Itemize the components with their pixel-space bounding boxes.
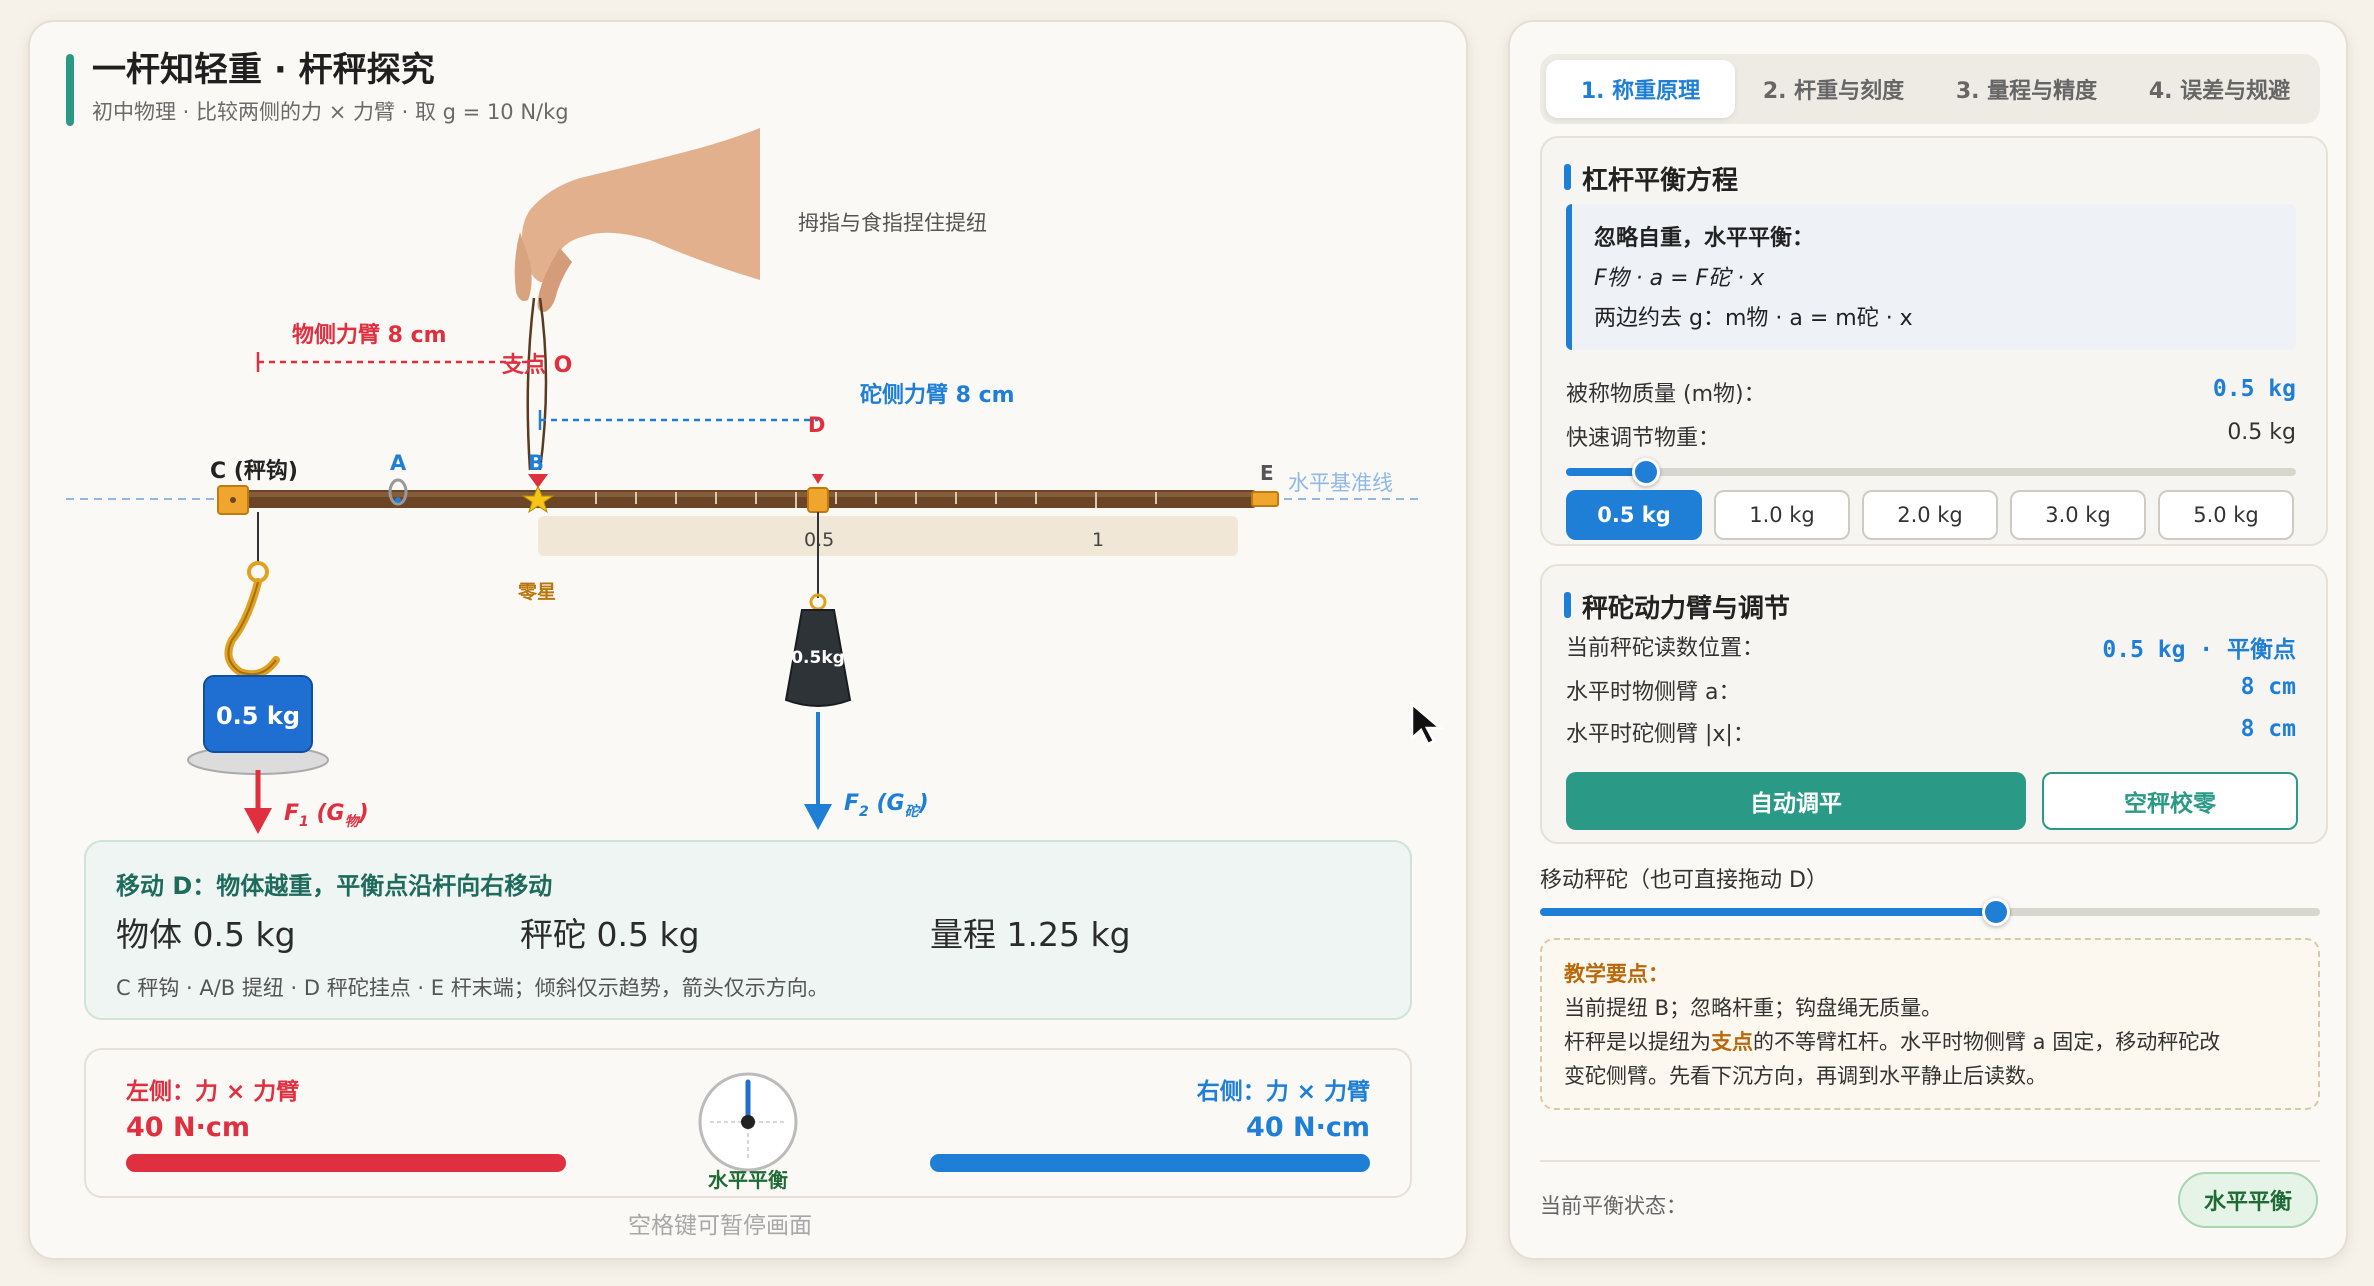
control-panel: 1. 称重原理 2. 杆重与刻度 3. 量程与精度 4. 误差与规避 杠杆平衡方… xyxy=(1508,20,2348,1260)
hand-illustration xyxy=(514,128,760,312)
moment-comparison: 左侧：力 × 力臂 40 N·cm 右侧：力 × 力臂 40 N·cm 水平平衡 xyxy=(84,1048,1412,1198)
quick-adjust-row: 快速调节物重： 0.5 kg xyxy=(1566,420,2296,452)
lift-string xyxy=(526,297,548,471)
point-e-end-block xyxy=(1251,491,1279,507)
move-slider-label: 移动秤砣（也可直接拖动 D） xyxy=(1540,868,1828,893)
tab-beam-weight[interactable]: 2. 杆重与刻度 xyxy=(1739,60,1928,118)
quick-adjust-label: 快速调节物重： xyxy=(1566,426,1721,451)
chip-3kg[interactable]: 3.0 kg xyxy=(2010,490,2146,540)
mass-value: 0.5 kg xyxy=(2212,376,2296,402)
pause-hint: 空格键可暂停画面 xyxy=(628,1213,812,1239)
right-moment-bar xyxy=(930,1154,1370,1172)
counterweight-slider-block[interactable] xyxy=(807,487,829,513)
mass-label: 被称物质量 (m物)： xyxy=(1566,382,1766,407)
status-divider xyxy=(1540,1160,2320,1162)
weight-arm-label: 砣侧力臂 8 cm xyxy=(860,382,1015,408)
status-badge: 水平平衡 xyxy=(2178,1172,2318,1228)
baseline-label: 水平基准线 xyxy=(1288,471,1393,495)
point-c-label: C (秤钩) xyxy=(210,458,298,484)
obj-arm-label: 物侧力臂 8 cm xyxy=(292,322,447,348)
point-e-label: E xyxy=(1260,461,1274,485)
tab-error[interactable]: 4. 误差与规避 xyxy=(2125,60,2314,118)
scale-backing xyxy=(538,516,1238,556)
chip-0-5kg[interactable]: 0.5 kg xyxy=(1566,490,1702,540)
tab-bar: 1. 称重原理 2. 杆重与刻度 3. 量程与精度 4. 误差与规避 xyxy=(1540,54,2320,124)
tab-principle[interactable]: 1. 称重原理 xyxy=(1546,60,1735,118)
reading-label: 当前秤砣读数位置： xyxy=(1566,636,1765,661)
zero-calibrate-button[interactable]: 空秤校零 xyxy=(2042,772,2298,830)
balance-label: 水平平衡 xyxy=(708,1168,788,1192)
steelyard-scene: 拇指与食指捏住提纽 物侧力臂 8 cm 支点 O 砣侧力臂 8 cm D 水平基… xyxy=(66,128,1420,834)
left-moment-value: 40 N·cm xyxy=(126,1112,250,1143)
status-label: 当前平衡状态： xyxy=(1540,1194,1687,1218)
move-counterweight-slider-fill xyxy=(1540,908,1996,916)
right-moment-track xyxy=(930,1154,1370,1172)
quick-weight-slider[interactable] xyxy=(1566,458,2296,486)
object-mass-label: 0.5 kg xyxy=(216,702,300,730)
balance-gauge-icon xyxy=(698,1072,798,1172)
tip-line-2: 杆秤是以提纽为支点的不等臂杠杆。水平时物侧臂 a 固定，移动秤砣改 xyxy=(1564,1030,2221,1054)
cw-arm-row-value: 8 cm xyxy=(2240,716,2296,742)
info-note: C 秤钩 · A/B 提纽 · D 秤砣挂点 · E 杆末端；倾斜仅示趋势，箭头… xyxy=(116,976,829,1000)
info-box: 移动 D：物体越重，平衡点沿杆向右移动 物体 0.5 kg 秤砣 0.5 kg … xyxy=(84,840,1412,1020)
fulcrum-label: 支点 O xyxy=(502,352,572,378)
hook-icon xyxy=(224,578,280,679)
right-moment-label: 右侧：力 × 力臂 xyxy=(1196,1079,1370,1105)
equation-line-2: F物 · a = F砣 · x xyxy=(1594,266,1765,291)
title-accent-bar xyxy=(66,54,74,126)
point-d-label: D xyxy=(808,413,825,437)
tip-line-3: 变砣侧臂。先看下沉方向，再调到水平静止后读数。 xyxy=(1564,1064,2047,1088)
reading-value: 0.5 kg · 平衡点 xyxy=(2102,637,2296,663)
counterweight-mass-label: 0.5kg xyxy=(791,648,845,668)
chip-1kg[interactable]: 1.0 kg xyxy=(1714,490,1850,540)
cw-arm-row: 水平时砣侧臂 |x|： 8 cm xyxy=(1566,716,2296,748)
page-title: 一杆知轻重 · 杆秤探究 xyxy=(92,50,435,90)
move-counterweight-slider-knob[interactable] xyxy=(1981,898,2010,926)
object-stat: 物体 0.5 kg xyxy=(116,915,296,954)
auto-level-button[interactable]: 自动调平 xyxy=(1566,772,2026,830)
point-b-label: B xyxy=(528,451,544,475)
equation-card-title: 杠杆平衡方程 xyxy=(1564,160,1738,197)
f1-label: F1 (G物) xyxy=(284,801,369,830)
counterweight-card: 秤砣动力臂与调节 当前秤砣读数位置： 0.5 kg · 平衡点 水平时物侧臂 a… xyxy=(1540,564,2328,844)
chip-5kg[interactable]: 5.0 kg xyxy=(2158,490,2294,540)
scale-tick-1: 1 xyxy=(1092,529,1104,551)
left-moment-bar xyxy=(126,1154,566,1172)
f2-label: F2 (G砣) xyxy=(844,791,929,820)
quick-adjust-value: 0.5 kg xyxy=(2227,420,2296,445)
teaching-tip: 教学要点： 当前提纽 B；忽略杆重；钩盘绳无质量。 杆秤是以提纽为支点的不等臂杠… xyxy=(1540,938,2320,1110)
hand-caption: 拇指与食指捏住提纽 xyxy=(798,211,987,235)
equation-line-3: 两边约去 g：m物 · a = m砣 · x xyxy=(1594,306,1913,331)
right-moment-value: 40 N·cm xyxy=(1246,1112,1370,1143)
scale-tick-0-5: 0.5 xyxy=(804,529,834,551)
chip-2kg[interactable]: 2.0 kg xyxy=(1862,490,1998,540)
mouse-cursor-icon xyxy=(1410,701,1444,746)
equation-card: 杠杆平衡方程 忽略自重，水平平衡： F物 · a = F砣 · x 两边约去 g… xyxy=(1540,136,2328,546)
counterweight-card-title: 秤砣动力臂与调节 xyxy=(1564,588,1790,625)
left-moment-track xyxy=(126,1154,566,1172)
left-moment-label: 左侧：力 × 力臂 xyxy=(126,1079,300,1105)
counterweight-stat: 秤砣 0.5 kg xyxy=(520,915,700,954)
d-marker-icon xyxy=(812,474,824,484)
zero-star-label: 零星 xyxy=(517,581,556,603)
obj-arm-row: 水平时物侧臂 a： 8 cm xyxy=(1566,674,2296,706)
obj-arm-row-value: 8 cm xyxy=(2240,674,2296,700)
move-counterweight-slider[interactable] xyxy=(1540,898,2320,926)
equation-box: 忽略自重，水平平衡： F物 · a = F砣 · x 两边约去 g：m物 · a… xyxy=(1566,204,2296,350)
tab-range-precision[interactable]: 3. 量程与精度 xyxy=(1932,60,2121,118)
equation-line-1: 忽略自重，水平平衡： xyxy=(1594,226,1815,251)
zero-star-icon xyxy=(521,484,555,514)
quick-weight-slider-knob[interactable] xyxy=(1632,458,1661,486)
point-a-label: A xyxy=(390,451,407,475)
info-title: 移动 D：物体越重，平衡点沿杆向右移动 xyxy=(116,872,553,900)
range-stat: 量程 1.25 kg xyxy=(930,915,1131,954)
cw-arm-row-label: 水平时砣侧臂 |x|： xyxy=(1566,722,1755,747)
tip-line-1: 当前提纽 B；忽略杆重；钩盘绳无质量。 xyxy=(1564,996,1943,1020)
reading-row: 当前秤砣读数位置： 0.5 kg · 平衡点 xyxy=(1566,630,2296,663)
obj-arm-row-label: 水平时物侧臂 a： xyxy=(1566,680,1741,705)
tip-title: 教学要点： xyxy=(1564,962,1669,986)
mass-row: 被称物质量 (m物)： 0.5 kg xyxy=(1566,376,2296,408)
